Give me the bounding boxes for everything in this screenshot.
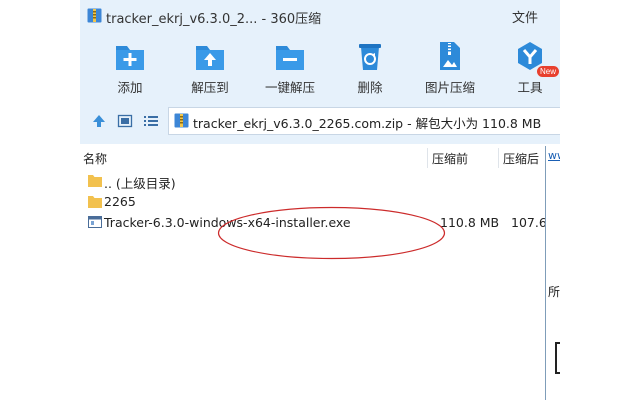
exe-file-icon	[88, 216, 102, 228]
side-panel-text: 所	[548, 285, 560, 299]
new-badge: New	[537, 66, 560, 77]
archive-window: tracker_ekrj_v6.3.0_2... - 360压缩 文件 添加 解…	[80, 0, 560, 400]
window-title: tracker_ekrj_v6.3.0_2... - 360压缩	[106, 12, 322, 27]
image-compress-label: 图片压缩	[424, 80, 475, 95]
side-panel-link[interactable]: ww	[548, 149, 560, 162]
file-name: .. (上级目录)	[104, 176, 176, 191]
one-click-extract-label: 一键解压	[264, 80, 315, 95]
one-click-extract-icon	[276, 46, 304, 70]
delete-label: 删除	[357, 80, 383, 95]
view-thumbnail-icon[interactable]	[117, 113, 133, 129]
column-divider[interactable]	[427, 148, 428, 168]
add-button[interactable]: 添加	[90, 40, 170, 96]
folder-icon	[88, 175, 102, 187]
address-field[interactable]: tracker_ekrj_v6.3.0_2265.com.zip - 解包大小为…	[168, 107, 560, 135]
archive-icon	[87, 8, 102, 23]
column-size[interactable]: 压缩前	[432, 150, 468, 167]
archive-icon	[174, 113, 189, 128]
extract-to-button[interactable]: 解压到	[170, 40, 250, 96]
tools-label: 工具	[517, 80, 543, 95]
extract-to-label: 解压到	[191, 80, 229, 95]
file-list-header: 名称 压缩前 压缩后	[80, 146, 560, 168]
column-name[interactable]: 名称	[83, 150, 107, 167]
list-item-folder[interactable]: 2265	[80, 191, 545, 211]
address-bar: tracker_ekrj_v6.3.0_2265.com.zip - 解包大小为…	[80, 98, 560, 144]
recycle-icon	[359, 44, 381, 70]
file-name: 2265	[104, 194, 136, 209]
address-path: tracker_ekrj_v6.3.0_2265.com.zip - 解包大小为…	[193, 116, 542, 131]
file-menu[interactable]: 文件	[512, 7, 538, 26]
side-panel-bracket	[555, 342, 560, 374]
extract-to-icon	[196, 46, 224, 70]
column-compressed[interactable]: 压缩后	[503, 150, 539, 167]
side-panel: ww 所	[546, 146, 560, 400]
list-item-file[interactable]: Tracker-6.3.0-windows-x64-installer.exe …	[80, 212, 547, 232]
one-click-extract-button[interactable]: 一键解压	[250, 40, 330, 96]
title-bar: tracker_ekrj_v6.3.0_2... - 360压缩 文件	[80, 0, 560, 32]
add-icon	[116, 46, 144, 70]
file-compressed-size: 107.6	[511, 215, 547, 230]
view-list-icon[interactable]	[143, 113, 159, 129]
file-name: Tracker-6.3.0-windows-x64-installer.exe	[104, 215, 351, 230]
delete-button[interactable]: 删除	[330, 40, 410, 96]
toolbar: 添加 解压到 一键解压 删除 图片压缩 工具 New	[80, 32, 560, 98]
list-item-parent-dir[interactable]: .. (上级目录)	[80, 170, 545, 191]
folder-icon	[88, 196, 102, 208]
add-label: 添加	[117, 80, 143, 95]
image-compress-button[interactable]: 图片压缩	[410, 40, 490, 96]
column-divider[interactable]	[498, 148, 499, 168]
up-arrow-icon[interactable]	[91, 113, 107, 129]
image-compress-icon	[440, 42, 460, 70]
file-size: 110.8 MB	[440, 215, 500, 230]
